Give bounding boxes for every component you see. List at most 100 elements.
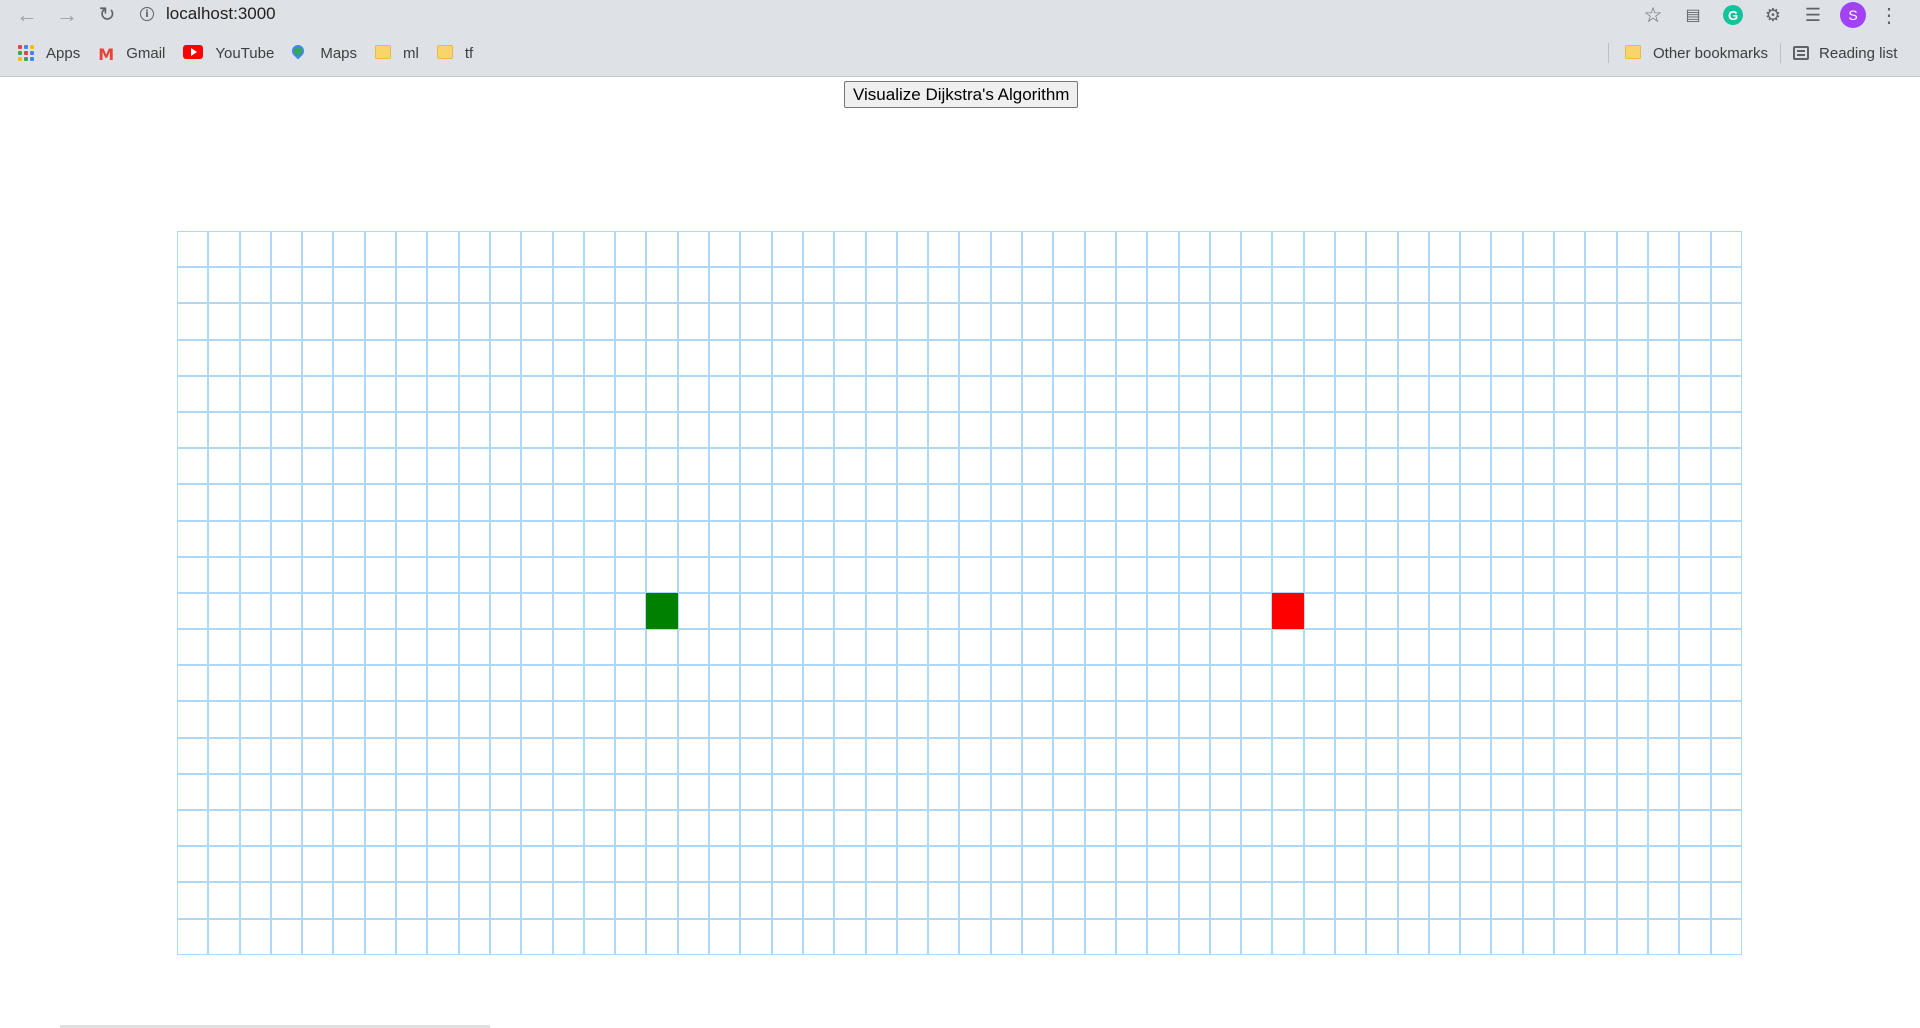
grid-node[interactable] (427, 592, 459, 630)
grid-node[interactable] (1428, 592, 1461, 630)
grid-node[interactable] (1428, 773, 1461, 810)
grid-node[interactable] (1428, 411, 1461, 449)
grid-node[interactable] (1554, 520, 1586, 557)
grid-node[interactable] (615, 701, 647, 738)
grid-node[interactable] (959, 665, 991, 702)
grid-node[interactable] (1053, 231, 1085, 268)
grid-node[interactable] (1366, 231, 1398, 268)
grid-node[interactable] (583, 520, 616, 557)
grid-node[interactable] (740, 411, 772, 449)
grid-node[interactable] (489, 773, 522, 810)
grid-node[interactable] (583, 411, 616, 449)
grid-node[interactable] (364, 918, 397, 955)
url-text[interactable]: localhost:3000 (166, 4, 276, 24)
grid-node[interactable] (959, 267, 991, 304)
grid-node[interactable] (1397, 773, 1429, 810)
grid-node[interactable] (615, 918, 647, 955)
grid-node[interactable] (709, 267, 741, 304)
grid-node[interactable] (1022, 810, 1054, 847)
grid-node[interactable] (1053, 773, 1085, 810)
grid-node[interactable] (1334, 773, 1367, 810)
grid-node[interactable] (1022, 411, 1054, 449)
grid-node[interactable] (1616, 267, 1648, 304)
grid-node[interactable] (646, 629, 678, 666)
grid-node[interactable] (1585, 918, 1617, 955)
grid-node[interactable] (959, 375, 991, 412)
grid-node[interactable] (396, 303, 428, 340)
grid-node[interactable] (427, 882, 459, 919)
grid-node[interactable] (896, 665, 929, 702)
grid-node[interactable] (1022, 592, 1054, 630)
grid-node[interactable] (177, 556, 209, 593)
grid-node[interactable] (959, 810, 991, 847)
grid-node[interactable] (364, 339, 397, 376)
grid-node[interactable] (740, 556, 772, 593)
grid-node[interactable] (1334, 629, 1367, 666)
grid-node[interactable] (1334, 846, 1367, 883)
grid-node[interactable] (239, 592, 271, 630)
grid-node[interactable] (1585, 810, 1617, 847)
grid-node[interactable] (1178, 231, 1210, 268)
grid-node[interactable] (1491, 267, 1523, 304)
grid-node[interactable] (333, 737, 365, 774)
back-arrow-icon[interactable]: ← (14, 2, 40, 28)
grid-node[interactable] (1522, 339, 1555, 376)
grid-node[interactable] (270, 556, 303, 593)
grid-node[interactable] (1522, 665, 1555, 702)
grid-node[interactable] (1209, 484, 1242, 521)
grid-node[interactable] (489, 737, 522, 774)
grid-node[interactable] (177, 629, 209, 666)
grid-node[interactable] (1616, 918, 1648, 955)
grid-node[interactable] (1710, 665, 1742, 702)
grid-node[interactable] (1178, 665, 1210, 702)
grid-node[interactable] (302, 303, 334, 340)
grid-node[interactable] (709, 701, 741, 738)
grid-node[interactable] (1366, 267, 1398, 304)
grid-node[interactable] (1585, 267, 1617, 304)
grid-node[interactable] (239, 556, 271, 593)
grid-node[interactable] (208, 484, 240, 521)
grid-node[interactable] (1334, 448, 1367, 485)
grid-node[interactable] (1147, 846, 1179, 883)
grid-node[interactable] (1241, 882, 1273, 919)
grid-node[interactable] (1053, 303, 1085, 340)
grid-node[interactable] (865, 556, 897, 593)
grid-node[interactable] (771, 520, 803, 557)
grid-node[interactable] (959, 231, 991, 268)
grid-node[interactable] (489, 411, 522, 449)
grid-node[interactable] (677, 846, 710, 883)
grid-node[interactable] (896, 701, 929, 738)
grid-node[interactable] (1585, 375, 1617, 412)
grid-node[interactable] (771, 773, 803, 810)
grid-node[interactable] (1491, 448, 1523, 485)
grid-node[interactable] (1241, 810, 1273, 847)
grid-node[interactable] (1647, 882, 1680, 919)
grid-node[interactable] (521, 411, 553, 449)
grid-node[interactable] (489, 448, 522, 485)
grid-node[interactable] (1616, 339, 1648, 376)
grid-node[interactable] (1334, 701, 1367, 738)
grid-node[interactable] (1679, 267, 1711, 304)
grid-node[interactable] (302, 520, 334, 557)
grid-node[interactable] (458, 556, 490, 593)
grid-node[interactable] (1397, 592, 1429, 630)
grid-node[interactable] (896, 375, 929, 412)
grid-node[interactable] (865, 701, 897, 738)
grid-node[interactable] (239, 520, 271, 557)
grid-node[interactable] (521, 520, 553, 557)
grid-node[interactable] (1679, 629, 1711, 666)
grid-node[interactable] (1460, 773, 1492, 810)
grid-node[interactable] (396, 267, 428, 304)
grid-node[interactable] (959, 411, 991, 449)
grid-node[interactable] (333, 484, 365, 521)
grid-node[interactable] (802, 810, 835, 847)
grid-node[interactable] (552, 411, 584, 449)
grid-node[interactable] (677, 375, 710, 412)
grid-node[interactable] (1084, 520, 1116, 557)
grid-node[interactable] (646, 267, 678, 304)
grid-node[interactable] (1334, 556, 1367, 593)
grid-node[interactable] (1084, 411, 1116, 449)
grid-node[interactable] (1554, 737, 1586, 774)
grid-node[interactable] (521, 701, 553, 738)
grid-node[interactable] (1366, 810, 1398, 847)
